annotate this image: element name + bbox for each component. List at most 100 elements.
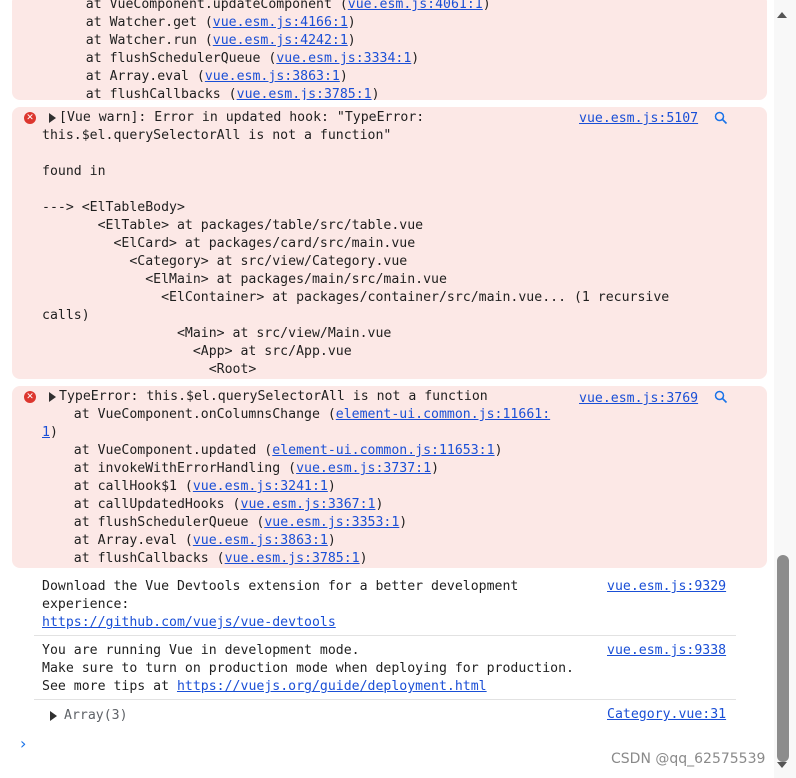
scroll-down-arrow-icon[interactable] xyxy=(777,762,787,768)
stack-frame-text: ) xyxy=(327,479,336,494)
stack-frame-link[interactable]: vue.esm.js:3241:1 xyxy=(193,479,328,494)
stack-frame-line: at VueComponent.updated (element-ui.comm… xyxy=(42,442,503,460)
stack-frame-text: at Watcher.run ( xyxy=(54,33,213,48)
stack-frame-link[interactable]: vue.esm.js:3785:1 xyxy=(225,551,360,566)
stack-frame-link[interactable]: vue.esm.js:3334:1 xyxy=(276,51,411,66)
stack-frame-line: at VueComponent.updateComponent (vue.esm… xyxy=(54,0,491,14)
warn-text-line: <ElMain> at packages/main/src/main.vue xyxy=(42,272,447,287)
stack-frame-text: ) xyxy=(482,0,491,12)
stack-frame-text: at Array.eval ( xyxy=(42,533,193,548)
scroll-up-arrow-icon[interactable] xyxy=(777,12,787,18)
warn-text-line: <ElCard> at packages/card/src/main.vue xyxy=(42,236,416,251)
console-panel: at VueComponent.updateComponent (vue.esm… xyxy=(0,0,770,778)
stack-frame-text: at Watcher.get ( xyxy=(54,15,213,30)
stack-frame-link[interactable]: vue.esm.js:3785:1 xyxy=(237,87,372,100)
stack-frame-text: ) xyxy=(399,515,408,530)
warn-text-line: <ElTable> at packages/table/src/table.vu… xyxy=(42,218,424,233)
stack-frame-text: at flushCallbacks ( xyxy=(42,551,225,566)
scrollbar-thumb[interactable] xyxy=(777,555,789,762)
stack-frame-text: at callHook$1 ( xyxy=(42,479,193,494)
stack-frame-link[interactable]: vue.esm.js:4242:1 xyxy=(213,33,348,48)
warn-text-line: this.$el.querySelectorAll is not a funct… xyxy=(42,128,392,143)
stack-frame-text: ) xyxy=(347,33,356,48)
stack-frame-link[interactable]: vue.esm.js:3367:1 xyxy=(241,497,376,512)
error-heading: TypeError: this.$el.querySelectorAll is … xyxy=(59,389,488,404)
stack-frame-link[interactable]: vue.esm.js:4061:1 xyxy=(348,0,483,12)
source-link[interactable]: vue.esm.js:9329 xyxy=(607,578,726,596)
stack-frame-line: 1) xyxy=(42,424,58,442)
source-link[interactable]: vue.esm.js:5107 xyxy=(579,110,698,128)
warn-text-line: <Main> at src/view/Main.vue xyxy=(42,326,392,341)
warn-text-line: <Root> xyxy=(42,362,257,377)
warn-text-line: found in xyxy=(42,164,106,179)
expand-triangle-icon[interactable] xyxy=(49,113,56,123)
stack-frame-line: at flushSchedulerQueue (vue.esm.js:3353:… xyxy=(42,514,408,532)
stack-frame-line: at VueComponent.onColumnsChange (element… xyxy=(42,406,550,424)
stack-frame-link[interactable]: vue.esm.js:3863:1 xyxy=(205,69,340,84)
stack-frame-text: at flushCallbacks ( xyxy=(54,87,237,100)
log-text: Download the Vue Devtools extension for … xyxy=(42,579,519,594)
log-text: experience: xyxy=(42,597,130,612)
warn-text-line: <App> at src/App.vue xyxy=(42,344,352,359)
stack-frame-text: ) xyxy=(371,87,380,100)
stack-frame-text: ) xyxy=(431,461,440,476)
source-link[interactable]: vue.esm.js:3769 xyxy=(579,390,698,408)
warn-text-line: calls) xyxy=(42,308,90,323)
stack-frame-link[interactable]: vue.esm.js:4166:1 xyxy=(213,15,348,30)
stack-frame-link[interactable]: vue.esm.js:3353:1 xyxy=(264,515,399,530)
stack-frame-text: ) xyxy=(347,15,356,30)
console-prompt-icon[interactable]: › xyxy=(20,734,26,753)
stack-frame-text: at Array.eval ( xyxy=(54,69,205,84)
error-message-typeerror: ✕ TypeError: this.$el.querySelectorAll i… xyxy=(12,386,767,568)
magnifier-icon[interactable] xyxy=(714,111,728,125)
stack-frame-line: at flushCallbacks (vue.esm.js:3785:1) xyxy=(54,86,380,100)
error-message-partial: at VueComponent.updateComponent (vue.esm… xyxy=(12,0,767,100)
stack-frame-line: at flushCallbacks (vue.esm.js:3785:1) xyxy=(42,550,368,568)
log-text: Make sure to turn on production mode whe… xyxy=(42,661,574,676)
stack-frame-text: ) xyxy=(359,551,368,566)
watermark: CSDN @qq_62575539 xyxy=(611,751,766,767)
error-circle-icon: ✕ xyxy=(24,391,36,403)
stack-frame-line: at callUpdatedHooks (vue.esm.js:3367:1) xyxy=(42,496,384,514)
stack-frame-link[interactable]: vue.esm.js:3737:1 xyxy=(296,461,431,476)
stack-frame-line: at Watcher.run (vue.esm.js:4242:1) xyxy=(54,32,356,50)
warn-text-line: [Vue warn]: Error in updated hook: "Type… xyxy=(59,110,425,125)
devtools-link[interactable]: https://github.com/vuejs/vue-devtools xyxy=(42,614,336,632)
log-text: You are running Vue in development mode. xyxy=(42,643,360,658)
stack-frame-text: ) xyxy=(375,497,384,512)
stack-frame-link[interactable]: 1 xyxy=(42,425,50,440)
divider xyxy=(34,699,736,700)
source-link[interactable]: Category.vue:31 xyxy=(607,706,726,724)
stack-frame-line: at flushSchedulerQueue (vue.esm.js:3334:… xyxy=(54,50,420,68)
log-text: See more tips at https://vuejs.org/guide… xyxy=(42,678,487,696)
stack-frame-text: at VueComponent.updateComponent ( xyxy=(54,0,348,12)
stack-frame-text: ) xyxy=(327,533,336,548)
stack-frame-line: at callHook$1 (vue.esm.js:3241:1) xyxy=(42,478,336,496)
stack-frame-line: at Array.eval (vue.esm.js:3863:1) xyxy=(42,532,336,550)
stack-frame-text: ) xyxy=(411,51,420,66)
deployment-link[interactable]: https://vuejs.org/guide/deployment.html xyxy=(177,679,487,694)
stack-frame-link[interactable]: vue.esm.js:3863:1 xyxy=(193,533,328,548)
stack-frame-link[interactable]: element-ui.common.js:11661: xyxy=(336,407,550,422)
stack-frame-line: at invokeWithErrorHandling (vue.esm.js:3… xyxy=(42,460,439,478)
error-message-vue-warn: ✕ vue.esm.js:5107 [Vue warn]: Error in u… xyxy=(12,107,767,379)
stack-frame-line: at Watcher.get (vue.esm.js:4166:1) xyxy=(54,14,356,32)
magnifier-icon[interactable] xyxy=(714,390,728,404)
stack-frame-text: at VueComponent.updated ( xyxy=(42,443,273,458)
expand-triangle-icon[interactable] xyxy=(50,711,57,721)
stack-frame-link[interactable]: element-ui.common.js:11653:1 xyxy=(272,443,494,458)
divider xyxy=(34,635,736,636)
stack-frame-text: at callUpdatedHooks ( xyxy=(42,497,241,512)
array-label[interactable]: Array(3) xyxy=(64,707,128,725)
stack-frame-text: ) xyxy=(49,425,58,440)
stack-frame-line: at Array.eval (vue.esm.js:3863:1) xyxy=(54,68,348,86)
stack-frame-text: at flushSchedulerQueue ( xyxy=(42,515,265,530)
expand-triangle-icon[interactable] xyxy=(49,392,56,402)
stack-frame-text: ) xyxy=(494,443,503,458)
stack-frame-text: at flushSchedulerQueue ( xyxy=(54,51,277,66)
warn-text-line: <Category> at src/view/Category.vue xyxy=(42,254,408,269)
stack-frame-text: at VueComponent.onColumnsChange ( xyxy=(42,407,336,422)
source-link[interactable]: vue.esm.js:9338 xyxy=(607,642,726,660)
stack-frame-text: at invokeWithErrorHandling ( xyxy=(42,461,297,476)
log-text-prefix: See more tips at xyxy=(42,679,177,694)
